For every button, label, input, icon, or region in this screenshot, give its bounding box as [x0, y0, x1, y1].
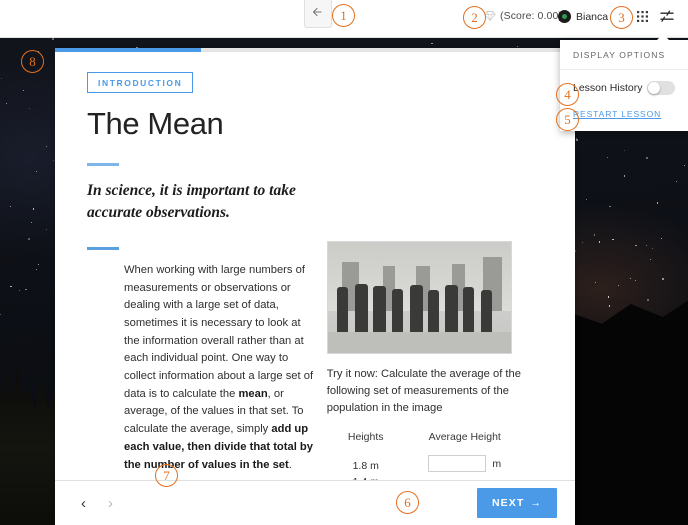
display-options-popover: DISPLAY OPTIONS Lesson History RESTART L… — [560, 40, 688, 131]
settings-sliders-icon[interactable] — [660, 10, 674, 23]
paragraph-divider — [87, 247, 119, 250]
lesson-subtitle: In science, it is important to take accu… — [87, 180, 327, 225]
score-display: (Score: 0.00) — [484, 10, 562, 22]
title-divider — [87, 163, 119, 166]
avatar-icon — [558, 10, 571, 23]
average-answer-input[interactable] — [428, 455, 486, 472]
unit-label: m — [492, 458, 501, 470]
grid-apps-icon[interactable] — [636, 10, 649, 23]
lesson-card: INTRODUCTION The Mean In science, it is … — [55, 48, 575, 525]
lesson-photo — [327, 241, 512, 354]
chevron-left-icon[interactable]: ‹ — [73, 495, 94, 512]
annotation-marker-6: 6 — [396, 491, 419, 514]
heights-header: Heights — [327, 431, 405, 443]
annotation-marker-2: 2 — [463, 6, 486, 29]
paragraph-bold-1: mean — [238, 388, 267, 400]
back-button[interactable] — [304, 0, 332, 28]
lesson-progress-fill — [55, 48, 201, 52]
annotation-marker-4: 4 — [556, 83, 579, 106]
try-it-instruction: Try it now: Calculate the average of the… — [327, 366, 543, 416]
annotation-marker-3: 3 — [610, 6, 633, 29]
lesson-history-row[interactable]: Lesson History — [560, 70, 688, 104]
annotation-marker-1: 1 — [332, 4, 355, 27]
lesson-history-toggle[interactable] — [647, 81, 675, 95]
back-arrow-icon — [311, 5, 325, 19]
section-badge: INTRODUCTION — [87, 72, 193, 93]
average-header: Average Height — [405, 431, 525, 443]
header-icon-group — [636, 10, 674, 23]
score-text: (Score: 0.00) — [500, 10, 562, 22]
annotation-marker-8: 8 — [21, 50, 44, 73]
paragraph-text-3: . — [289, 459, 292, 471]
popover-title: DISPLAY OPTIONS — [560, 50, 688, 70]
next-arrow-icon: → — [530, 497, 542, 509]
chevron-right-icon[interactable]: › — [100, 495, 121, 512]
height-value: 1.8 m — [327, 459, 405, 474]
lesson-paragraph: When working with large numbers of measu… — [87, 262, 315, 474]
next-button-label: NEXT — [492, 497, 524, 509]
next-button[interactable]: NEXT → — [477, 488, 557, 518]
lesson-progress-bar — [55, 48, 575, 52]
user-name: Bianca — [576, 11, 608, 23]
annotation-marker-5: 5 — [556, 108, 579, 131]
answer-row: m — [405, 455, 525, 472]
lesson-navigation-bar: ‹ › NEXT → — [55, 480, 575, 525]
popover-arrow — [656, 34, 670, 41]
user-menu[interactable]: Bianca — [558, 10, 608, 23]
page-title: The Mean — [87, 106, 543, 142]
paragraph-text-1: When working with large numbers of measu… — [124, 264, 313, 400]
annotation-marker-7: 7 — [155, 464, 178, 487]
toggle-knob — [648, 82, 660, 94]
lesson-content: INTRODUCTION The Mean In science, it is … — [55, 48, 575, 525]
lesson-history-label: Lesson History — [573, 82, 642, 94]
